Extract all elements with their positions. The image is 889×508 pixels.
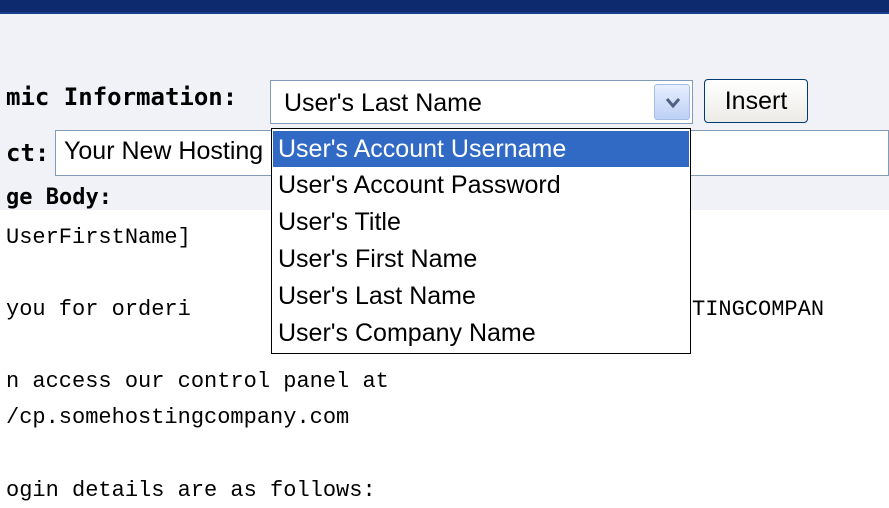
dynamic-information-label: mic Information: xyxy=(6,83,238,111)
body-text-line-tail: TINGCOMPAN xyxy=(692,297,825,322)
insert-button[interactable]: Insert xyxy=(704,79,808,123)
body-text-line: /cp.somehostingcompany.com xyxy=(6,405,350,430)
body-text-line: you for orderi xyxy=(6,297,191,322)
dynamic-information-select[interactable]: User's Last Name xyxy=(270,80,693,124)
subject-label: ct: xyxy=(6,139,50,167)
header-bar xyxy=(0,0,889,14)
email-template-editor: mic Information: User's Last Name Insert… xyxy=(0,0,889,508)
body-text-line: ogin details are as follows: xyxy=(6,478,376,503)
dropdown-option-company-name[interactable]: User's Company Name xyxy=(273,315,689,351)
chevron-down-icon xyxy=(665,98,681,109)
dropdown-option-first-name[interactable]: User's First Name xyxy=(273,241,689,277)
dropdown-option-title[interactable]: User's Title xyxy=(273,204,689,240)
dropdown-list: User's Account Username User's Account P… xyxy=(271,128,691,354)
dropdown-option-last-name[interactable]: User's Last Name xyxy=(273,278,689,314)
dropdown-option-account-password[interactable]: User's Account Password xyxy=(273,167,689,203)
select-dropdown-button[interactable] xyxy=(654,84,690,120)
dropdown-option-account-username[interactable]: User's Account Username xyxy=(273,131,689,167)
message-body-label: ge Body: xyxy=(6,185,112,210)
body-text-line: n access our control panel at xyxy=(6,369,389,394)
select-current-value: User's Last Name xyxy=(284,89,482,117)
body-text-line: UserFirstName] xyxy=(6,225,191,250)
